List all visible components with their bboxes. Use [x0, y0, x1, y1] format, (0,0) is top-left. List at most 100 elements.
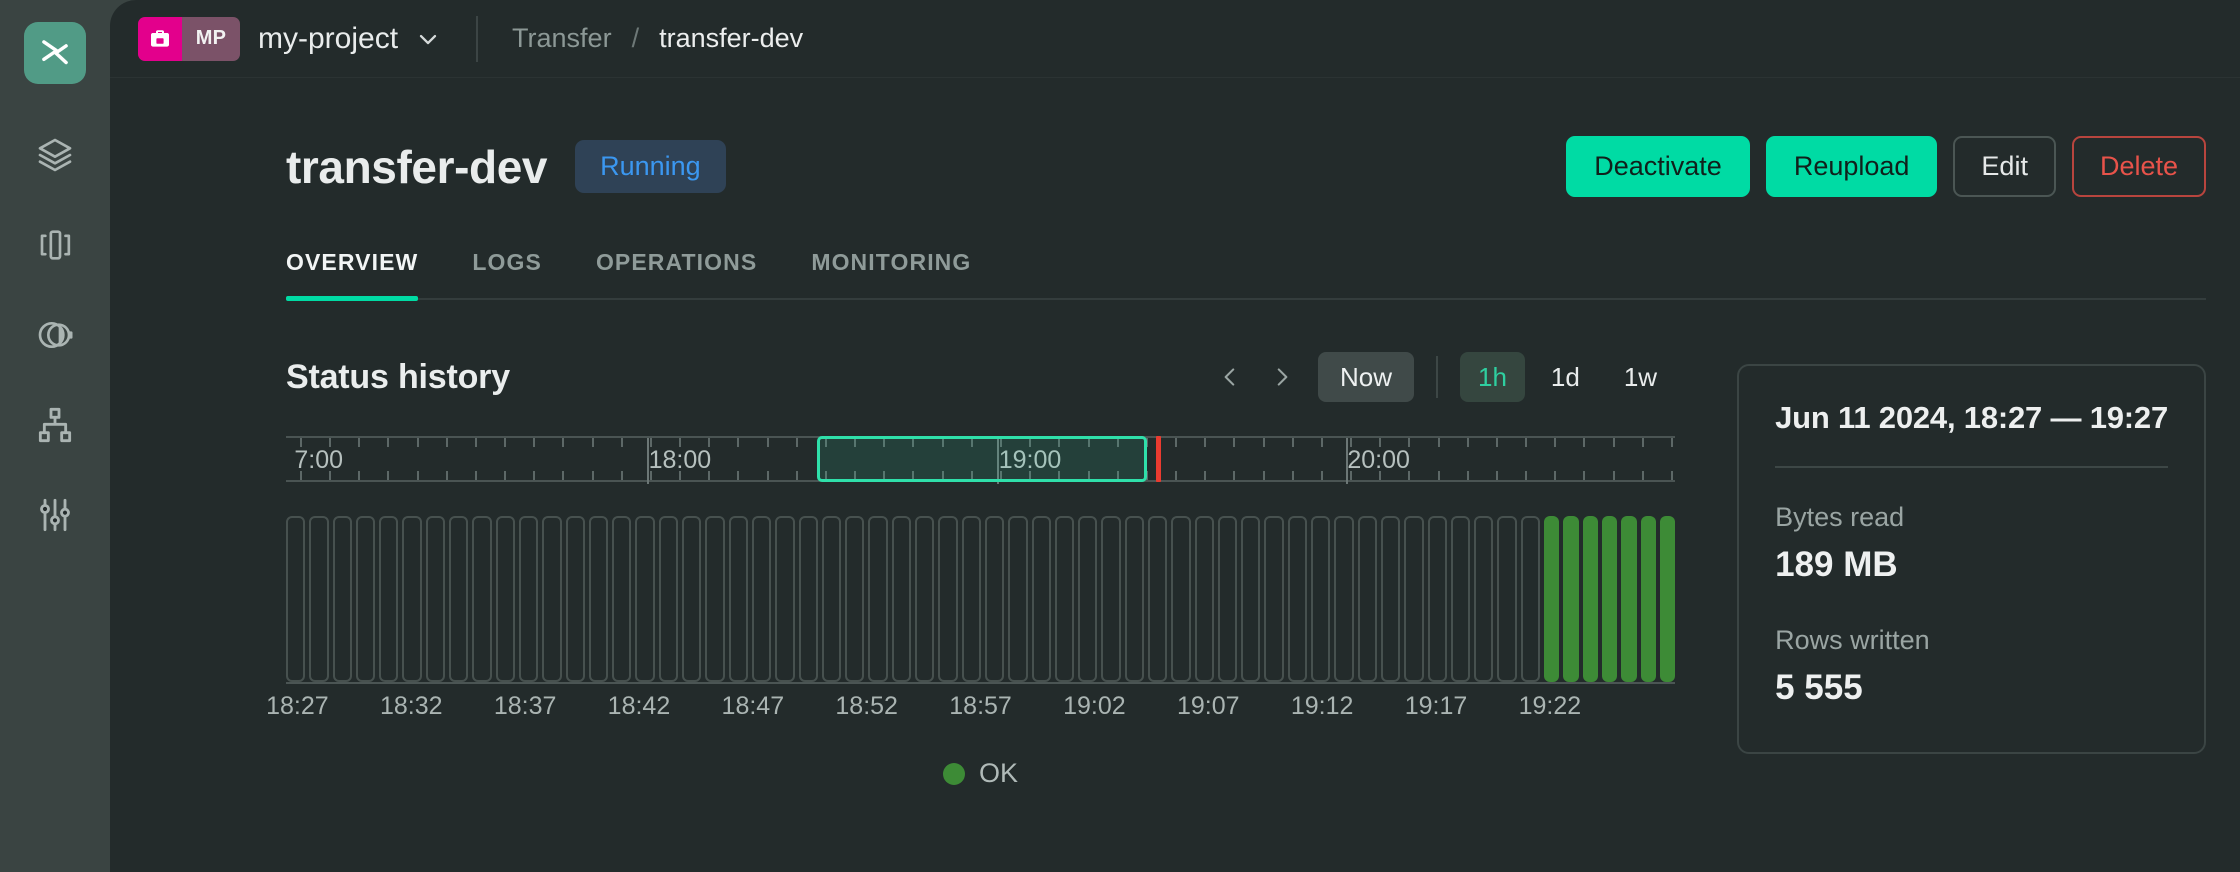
app-root: MP my-project Transfer / transfer-dev tr…: [0, 0, 2240, 872]
status-bar[interactable]: [1357, 516, 1377, 682]
status-bar[interactable]: [495, 516, 515, 682]
status-bar[interactable]: [1031, 516, 1051, 682]
sidebar-item-pipelines[interactable]: [24, 214, 86, 276]
ruler-tick: [445, 438, 448, 447]
status-bar[interactable]: [355, 516, 376, 682]
status-bar[interactable]: [379, 516, 399, 682]
status-bar[interactable]: [612, 516, 632, 682]
status-bar[interactable]: [1621, 516, 1637, 682]
status-bar[interactable]: [1171, 516, 1191, 682]
status-bar[interactable]: [1217, 516, 1238, 682]
status-bar[interactable]: [1264, 516, 1284, 682]
status-bar[interactable]: [1334, 516, 1354, 682]
status-bar[interactable]: [286, 516, 306, 682]
x-axis-label: 18:57: [949, 692, 1012, 720]
deactivate-button[interactable]: Deactivate: [1566, 136, 1750, 197]
status-bar[interactable]: [565, 516, 585, 682]
breadcrumb: Transfer / transfer-dev: [512, 23, 803, 54]
status-bar[interactable]: [449, 516, 469, 682]
status-bar[interactable]: [588, 516, 609, 682]
sidebar-item-topology[interactable]: [24, 394, 86, 456]
status-bar[interactable]: [1404, 516, 1424, 682]
sidebar-item-settings[interactable]: [24, 484, 86, 546]
status-bar[interactable]: [542, 516, 562, 682]
status-bar[interactable]: [891, 516, 912, 682]
status-bar[interactable]: [1101, 516, 1121, 682]
status-bar[interactable]: [1427, 516, 1447, 682]
status-bar[interactable]: [728, 516, 748, 682]
status-bar[interactable]: [1640, 516, 1656, 682]
status-bar[interactable]: [938, 516, 958, 682]
tab-overview[interactable]: OVERVIEW: [286, 249, 419, 301]
status-bar[interactable]: [845, 516, 865, 682]
status-bar[interactable]: [915, 516, 935, 682]
tab-logs[interactable]: LOGS: [472, 249, 542, 298]
breadcrumb-parent[interactable]: Transfer: [512, 23, 612, 54]
status-bar[interactable]: [472, 516, 492, 682]
sidebar-item-analytics[interactable]: [24, 304, 86, 366]
status-bar[interactable]: [1380, 516, 1401, 682]
status-bar[interactable]: [1194, 516, 1214, 682]
status-bar[interactable]: [1078, 516, 1098, 682]
tab-operations[interactable]: OPERATIONS: [596, 249, 757, 298]
status-bar[interactable]: [1124, 516, 1144, 682]
status-bar[interactable]: [1241, 516, 1261, 682]
now-button[interactable]: Now: [1317, 352, 1414, 402]
timeline-selection-window[interactable]: [816, 436, 1148, 482]
status-bar[interactable]: [1474, 516, 1494, 682]
status-bar[interactable]: [635, 516, 655, 682]
status-bar[interactable]: [425, 516, 446, 682]
range-button-1w[interactable]: 1w: [1606, 352, 1675, 402]
status-bar[interactable]: [1659, 516, 1676, 682]
status-bar[interactable]: [1147, 516, 1168, 682]
status-bar[interactable]: [1520, 516, 1541, 682]
range-button-1d[interactable]: 1d: [1533, 352, 1598, 402]
status-bar[interactable]: [1563, 516, 1579, 682]
ruler-tick: [445, 471, 448, 480]
sidebar-item-clusters[interactable]: [24, 124, 86, 186]
edit-button[interactable]: Edit: [1953, 136, 2056, 197]
status-bar[interactable]: [332, 516, 352, 682]
project-selector[interactable]: MP my-project: [138, 16, 442, 61]
x-axis-label: 19:02: [1063, 692, 1126, 720]
status-bar-chart[interactable]: [286, 516, 1676, 684]
status-bar[interactable]: [1311, 516, 1331, 682]
status-bar[interactable]: [309, 516, 329, 682]
status-bar[interactable]: [658, 516, 679, 682]
delete-button[interactable]: Delete: [2071, 136, 2206, 197]
chevron-down-icon[interactable]: [414, 25, 442, 53]
chevron-left-icon[interactable]: [1208, 355, 1252, 399]
status-bar[interactable]: [1008, 516, 1028, 682]
ruler-tick: [591, 438, 594, 447]
status-bar[interactable]: [798, 516, 818, 682]
status-bar[interactable]: [821, 516, 842, 682]
status-bar[interactable]: [868, 516, 888, 682]
status-bar[interactable]: [682, 516, 702, 682]
status-bar[interactable]: [1582, 516, 1598, 682]
ruler-tick: [1291, 438, 1294, 447]
chevron-right-icon[interactable]: [1260, 355, 1304, 399]
status-bar[interactable]: [1497, 516, 1517, 682]
status-bar[interactable]: [775, 516, 795, 682]
stat-value-rows-written: 5 555: [1775, 668, 1863, 707]
ruler-tick: [562, 438, 565, 447]
zilliz-logo-icon[interactable]: [24, 22, 86, 84]
controls-divider: [1436, 356, 1438, 398]
status-bar[interactable]: [518, 516, 539, 682]
status-bar[interactable]: [1287, 516, 1308, 682]
ruler-tick: [1175, 471, 1178, 480]
status-bar[interactable]: [1450, 516, 1471, 682]
status-bar[interactable]: [1544, 516, 1560, 682]
status-bar[interactable]: [751, 516, 772, 682]
status-bar[interactable]: [984, 516, 1005, 682]
range-button-1h[interactable]: 1h: [1460, 352, 1525, 402]
status-bar[interactable]: [402, 516, 422, 682]
status-bar[interactable]: [1054, 516, 1075, 682]
reupload-button[interactable]: Reupload: [1765, 136, 1938, 197]
status-bar[interactable]: [1601, 516, 1618, 682]
status-bar[interactable]: [961, 516, 981, 682]
timeline-ruler[interactable]: 7:00 18:00 19:00 20:00: [286, 436, 1676, 484]
ruler-tick: [387, 438, 390, 447]
status-bar[interactable]: [705, 516, 725, 682]
tab-monitoring[interactable]: MONITORING: [811, 249, 971, 298]
